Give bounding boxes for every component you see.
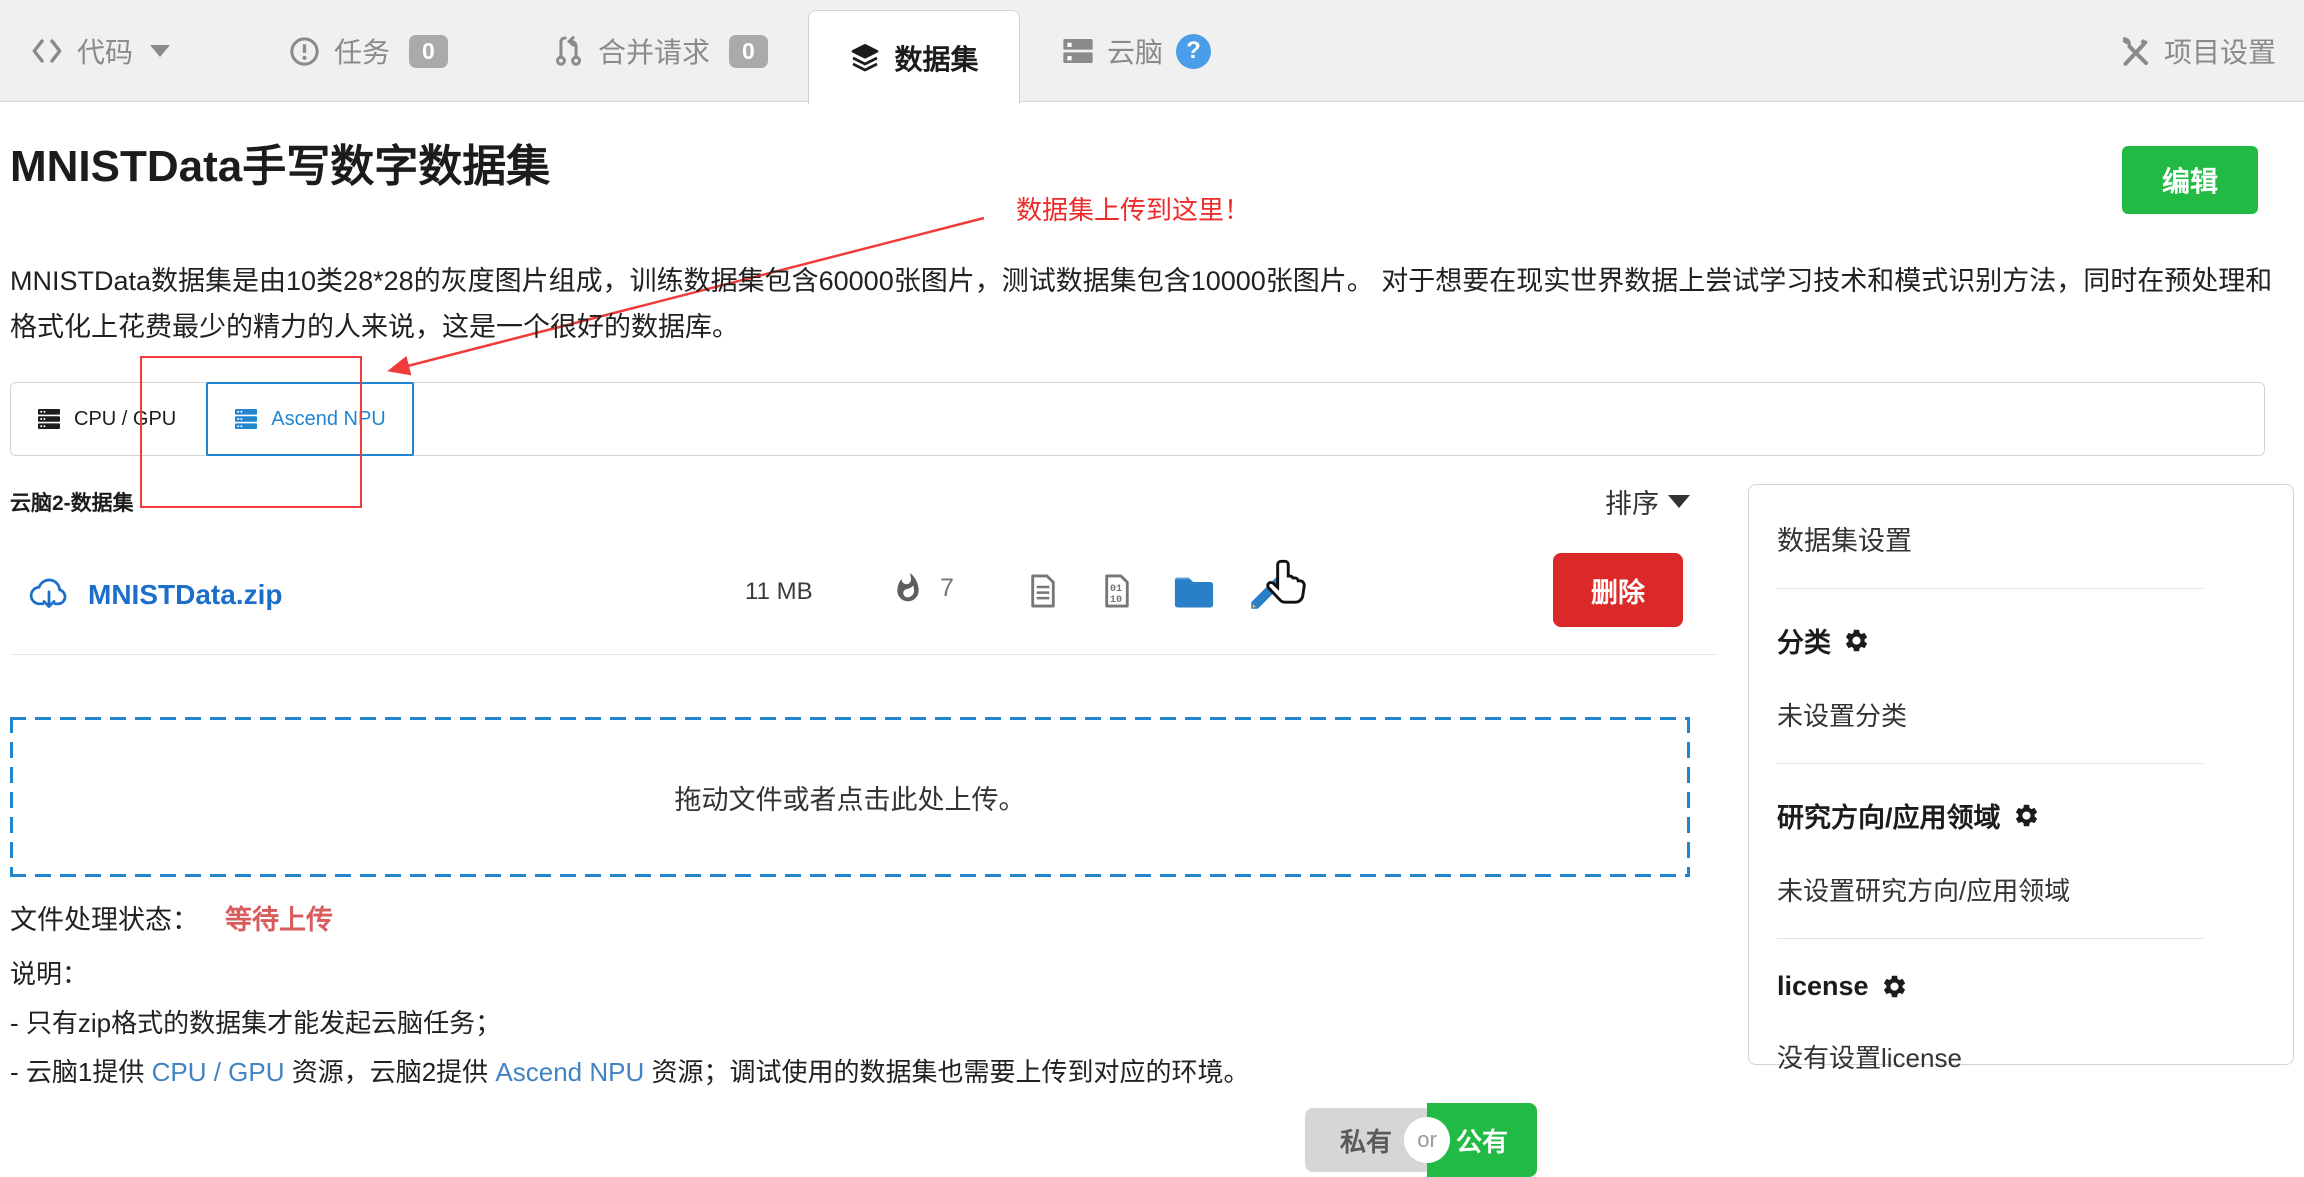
nav-item-issues[interactable]: 任务 0 bbox=[288, 0, 448, 102]
chevron-down-icon bbox=[150, 45, 170, 57]
edit-button[interactable]: 编辑 bbox=[2122, 146, 2258, 214]
license-gear-icon[interactable] bbox=[1881, 973, 1908, 1000]
nav-item-settings[interactable]: 项目设置 bbox=[2117, 0, 2276, 102]
issue-icon bbox=[288, 35, 321, 68]
notes-line-1: - 只有zip格式的数据集才能发起云脑任务； bbox=[10, 999, 1250, 1048]
nav-item-code[interactable]: 代码 bbox=[30, 0, 170, 102]
dataset-description: MNISTData数据集是由10类28*28的灰度图片组成，训练数据集包含600… bbox=[10, 258, 2298, 350]
binary-file-icon-button[interactable]: 01 10 bbox=[1098, 572, 1136, 610]
tab-label: CPU / GPU bbox=[74, 408, 176, 431]
tab-label: Ascend NPU bbox=[271, 408, 386, 431]
tab-label: 数据集 bbox=[894, 38, 978, 78]
notes-text: 资源，云脑2提供 bbox=[285, 1057, 496, 1087]
category-label: 分类 bbox=[1777, 621, 2265, 660]
section-title: 云脑2-数据集 bbox=[10, 487, 134, 517]
or-separator: or bbox=[1404, 1117, 1450, 1163]
nav-item-label: 云脑 bbox=[1107, 31, 1163, 71]
file-status-line: 文件处理状态： 等待上传 bbox=[10, 898, 333, 937]
research-field-label: 研究方向/应用领域 bbox=[1777, 796, 2265, 835]
status-label: 文件处理状态： bbox=[10, 905, 199, 935]
upload-hint: 拖动文件或者点击此处上传。 bbox=[675, 778, 1026, 817]
issues-count-badge: 0 bbox=[409, 35, 448, 68]
tab-ascend-npu[interactable]: Ascend NPU bbox=[206, 382, 414, 456]
section-label-text: 研究方向/应用领域 bbox=[1777, 796, 2001, 835]
upload-dropzone[interactable]: 拖动文件或者点击此处上传。 bbox=[10, 717, 1690, 877]
file-description-icon-button[interactable] bbox=[1024, 572, 1062, 610]
notes-line-2: - 云脑1提供 CPU / GPU 资源，云脑2提供 Ascend NPU 资源… bbox=[10, 1048, 1250, 1097]
sort-dropdown[interactable]: 排序 bbox=[1605, 482, 1690, 521]
dataset-settings-panel: 数据集设置 分类 未设置分类 研究方向/应用领域 未设置研究方向/应用领域 li… bbox=[1748, 484, 2294, 1065]
chevron-down-icon bbox=[1668, 495, 1690, 508]
notes-block: 说明： - 只有zip格式的数据集才能发起云脑任务； - 云脑1提供 CPU /… bbox=[10, 950, 1250, 1097]
category-value: 未设置分类 bbox=[1777, 696, 2265, 733]
notes-heading: 说明： bbox=[10, 950, 1250, 999]
notes-text: - 云脑1提供 bbox=[10, 1057, 152, 1087]
download-count: 7 bbox=[892, 572, 954, 604]
dataset-section-header: 云脑2-数据集 排序 bbox=[10, 482, 1690, 521]
research-field-gear-icon[interactable] bbox=[2013, 802, 2040, 829]
divider bbox=[1777, 938, 2203, 939]
visibility-toggle[interactable]: 私有 公有 or bbox=[1305, 1103, 1550, 1177]
tab-cpu-gpu[interactable]: CPU / GPU bbox=[11, 383, 202, 455]
server-rack-icon bbox=[37, 407, 61, 431]
code-icon bbox=[30, 34, 64, 68]
merge-request-icon bbox=[552, 35, 585, 68]
nav-item-label: 合并请求 bbox=[598, 31, 710, 71]
dataset-stack-icon bbox=[849, 42, 881, 74]
license-value: 没有设置license bbox=[1777, 1038, 2265, 1075]
section-label-text: 分类 bbox=[1777, 621, 1831, 660]
license-label: license bbox=[1777, 971, 2265, 1002]
nav-item-cloudbrain[interactable]: 云脑 ? bbox=[1062, 0, 1211, 102]
folder-icon-button[interactable] bbox=[1172, 572, 1216, 612]
nav-item-pulls[interactable]: 合并请求 0 bbox=[552, 0, 768, 102]
server-rack-icon bbox=[234, 407, 258, 431]
nav-item-label: 任务 bbox=[334, 31, 390, 71]
pulls-count-badge: 0 bbox=[729, 35, 768, 68]
edit-pencil-icon-button[interactable] bbox=[1246, 572, 1288, 614]
divider bbox=[1777, 763, 2203, 764]
sidebar-title: 数据集设置 bbox=[1777, 519, 2265, 558]
annotation-text: 数据集上传到这里！ bbox=[1016, 190, 1250, 227]
server-rack-icon bbox=[1062, 35, 1094, 67]
fire-icon bbox=[892, 572, 924, 604]
environment-tab-bar: CPU / GPU Ascend NPU bbox=[10, 382, 2265, 456]
status-value: 等待上传 bbox=[225, 905, 333, 935]
file-download-link[interactable]: MNISTData.zip bbox=[28, 574, 282, 616]
research-field-value: 未设置研究方向/应用领域 bbox=[1777, 871, 2265, 908]
tools-icon bbox=[2117, 34, 2151, 68]
nav-item-label: 代码 bbox=[77, 31, 133, 71]
svg-text:10: 10 bbox=[1110, 594, 1122, 606]
cloud-download-icon bbox=[28, 574, 70, 616]
dataset-file-row: MNISTData.zip 11 MB 7 01 10 bbox=[10, 550, 1718, 655]
file-size: 11 MB bbox=[745, 578, 813, 606]
section-label-text: license bbox=[1777, 971, 1869, 1002]
category-gear-icon[interactable] bbox=[1843, 627, 1870, 654]
nav-item-label: 项目设置 bbox=[2164, 31, 2276, 71]
cpu-gpu-link[interactable]: CPU / GPU bbox=[152, 1057, 285, 1087]
tab-datasets[interactable]: 数据集 bbox=[808, 10, 1020, 104]
top-navbar: 代码 任务 0 合并请求 0 数据集 bbox=[0, 0, 2304, 102]
file-name: MNISTData.zip bbox=[88, 579, 282, 611]
page-title: MNISTData手写数字数据集 bbox=[10, 130, 550, 194]
delete-button[interactable]: 删除 bbox=[1553, 553, 1683, 627]
divider bbox=[1777, 588, 2203, 589]
sort-label: 排序 bbox=[1605, 482, 1659, 521]
download-count-value: 7 bbox=[940, 574, 954, 603]
notes-text: 资源；调试使用的数据集也需要上传到对应的环境。 bbox=[644, 1057, 1249, 1087]
ascend-npu-link[interactable]: Ascend NPU bbox=[495, 1057, 644, 1087]
help-icon[interactable]: ? bbox=[1176, 34, 1211, 69]
